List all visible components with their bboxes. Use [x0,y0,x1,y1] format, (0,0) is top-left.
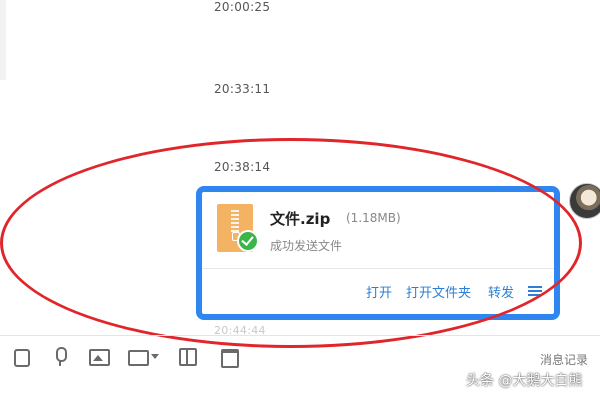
screenshot-icon[interactable] [178,347,198,367]
folder-icon[interactable] [128,347,160,367]
file-status: 成功发送文件 [270,239,343,253]
timestamp: 20:38:14 [214,160,271,174]
emoji-icon[interactable] [10,347,32,367]
toolbar-divider [0,335,600,336]
open-file-link[interactable]: 打开 [366,282,392,301]
file-message-card[interactable]: 文件.zip (1.18MB) 成功发送文件 打开 打开文件夹 转发 [196,186,560,320]
check-icon [237,230,259,252]
calendar-icon[interactable] [220,347,240,368]
timestamp: 20:00:25 [214,0,271,14]
message-history-link[interactable]: 消息记录 [540,351,588,368]
menu-icon[interactable] [528,286,542,296]
file-size: (1.18MB) [346,211,401,225]
zipper-icon [231,210,239,234]
image-icon[interactable] [88,347,110,367]
watermark: 头条 @大鹅大白熊 [466,373,583,389]
microphone-icon[interactable] [52,347,68,367]
card-divider [202,268,554,269]
forward-link[interactable]: 转发 [488,282,514,301]
timestamp: 20:33:11 [214,82,271,96]
open-folder-link[interactable]: 打开文件夹 [406,282,471,301]
left-panel-edge [0,0,6,80]
avatar[interactable] [569,183,600,219]
file-name[interactable]: 文件.zip [270,208,330,229]
